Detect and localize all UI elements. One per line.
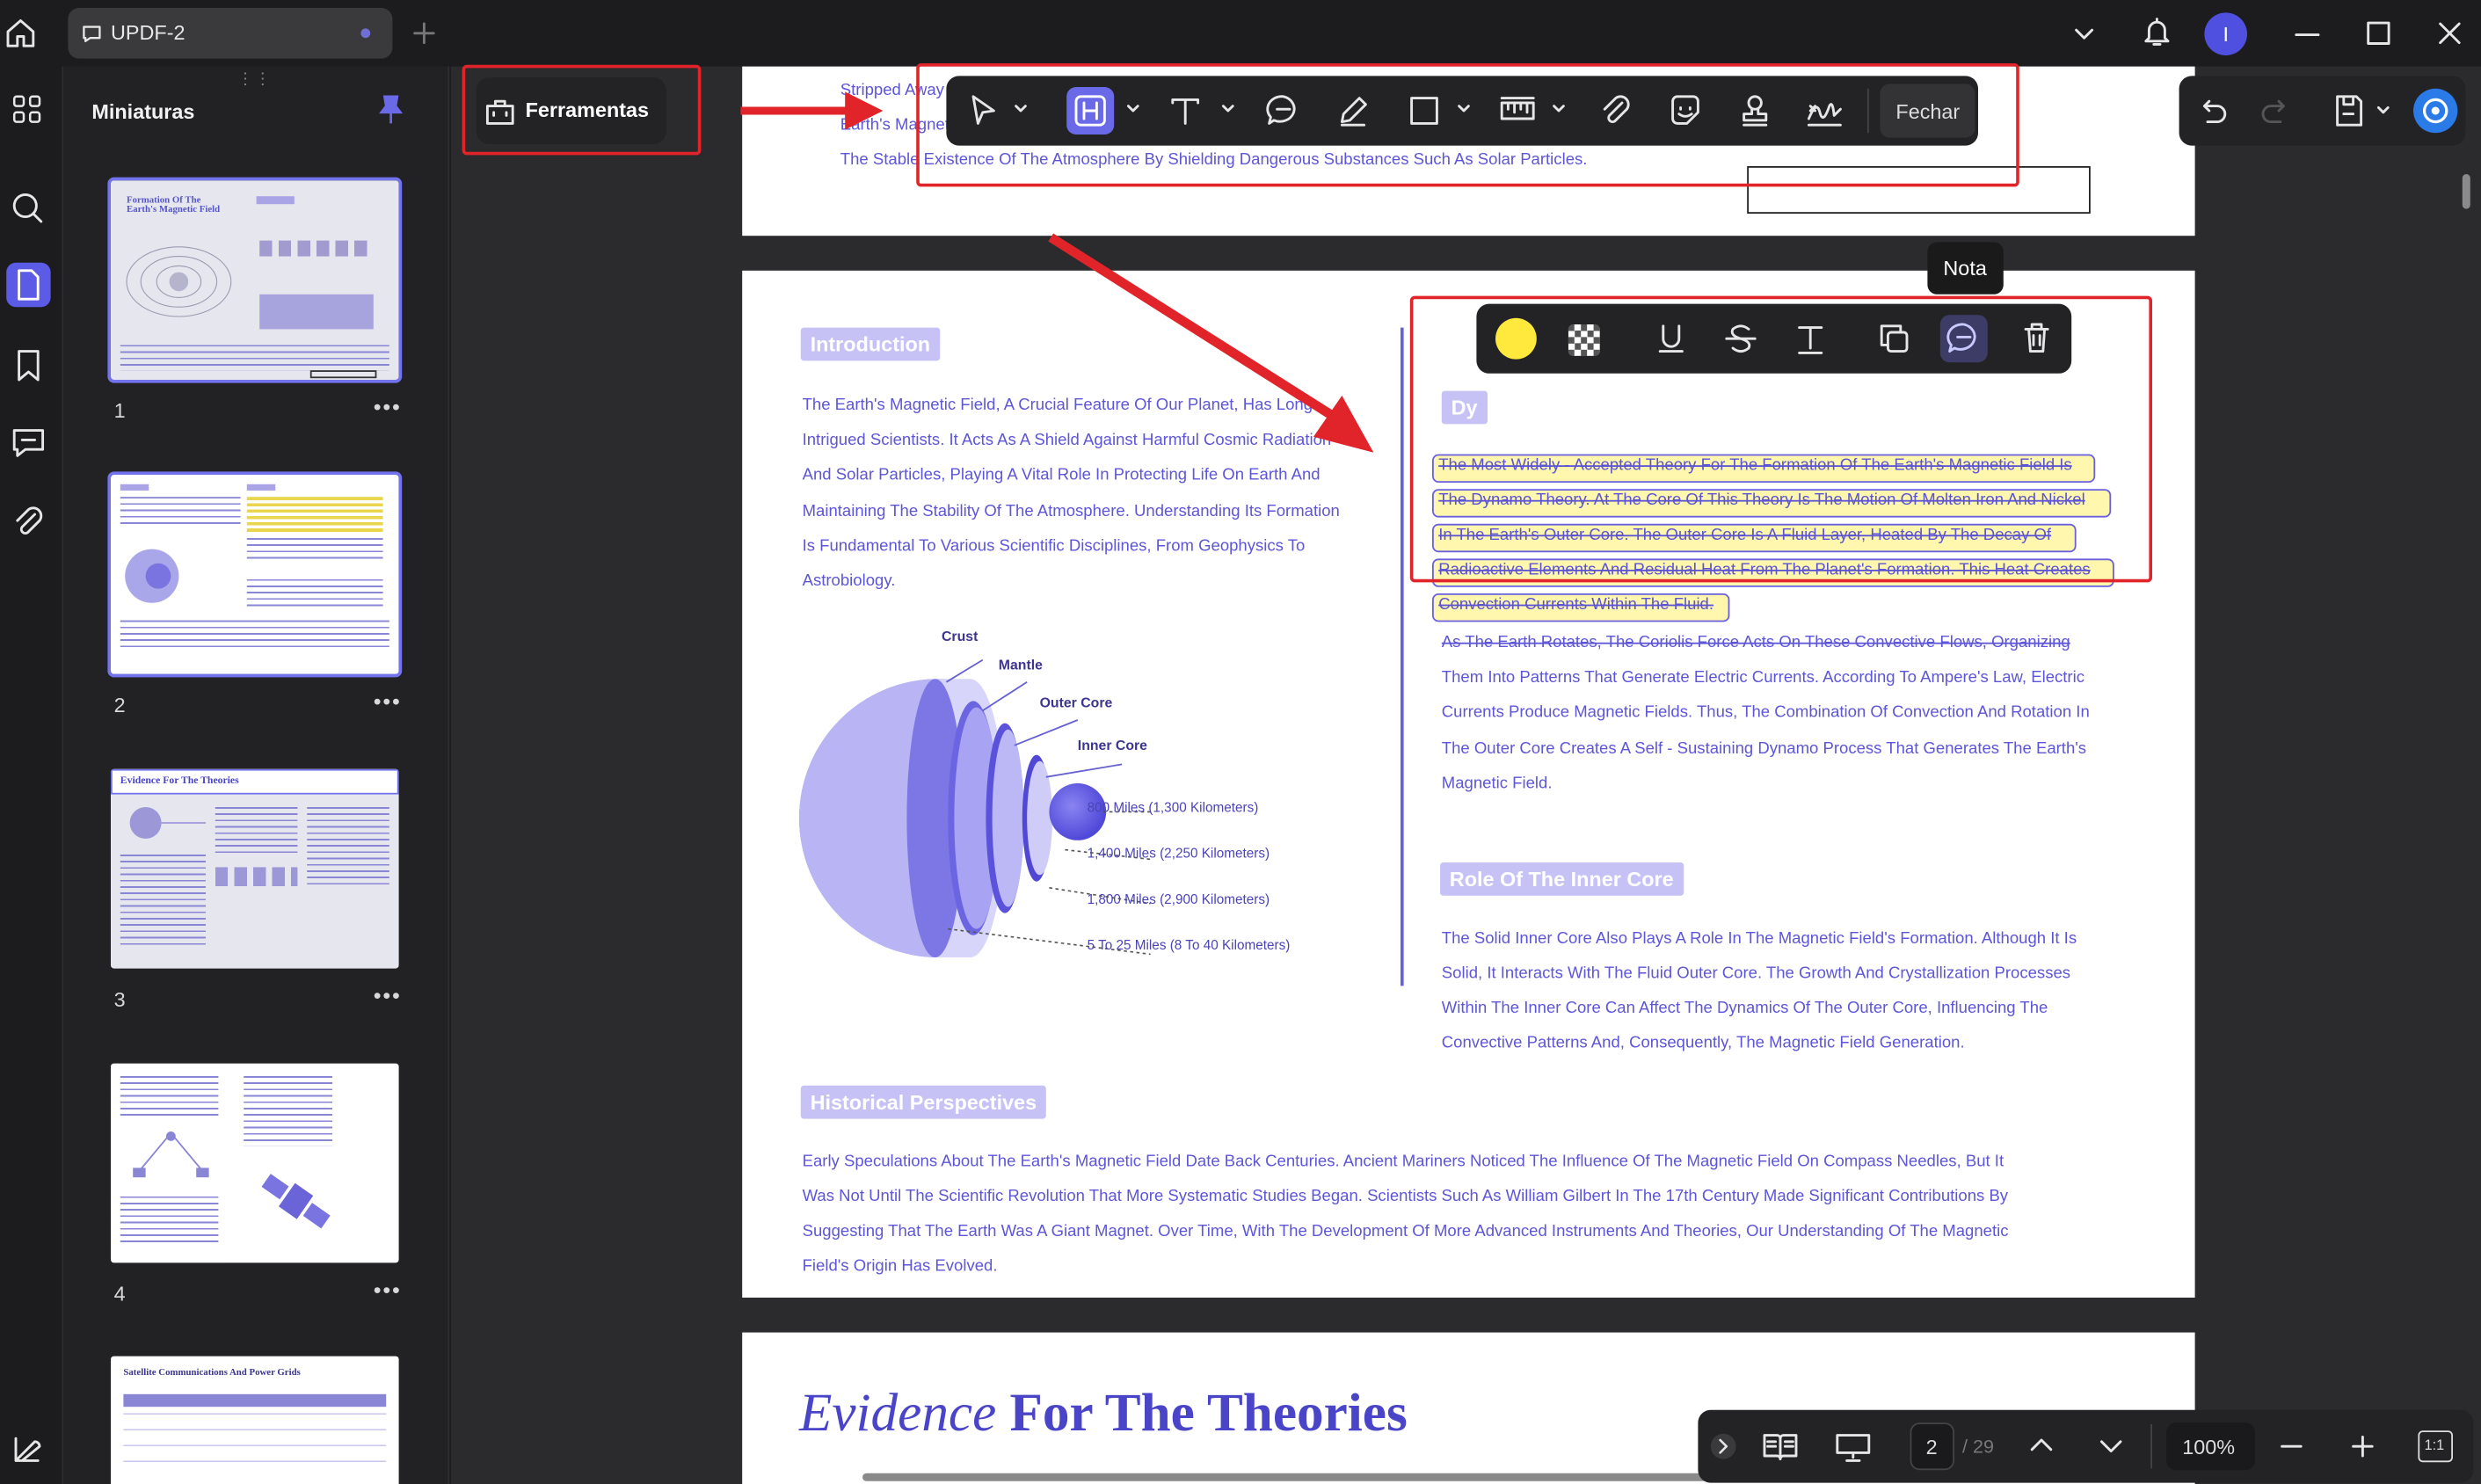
page-more-button[interactable]: ••• bbox=[374, 394, 402, 419]
actual-size-button[interactable]: 1:1 bbox=[2418, 1430, 2453, 1463]
layers-icon[interactable] bbox=[6, 1428, 50, 1472]
title-bar: UPDF-2 I bbox=[0, 0, 2481, 67]
depth-label: 1,800 Miles (2,900 Kilometers) bbox=[1087, 891, 1270, 907]
bookmark-icon[interactable] bbox=[6, 344, 50, 388]
depth-label: 1,400 Miles (2,250 Kilometers) bbox=[1087, 845, 1270, 862]
label-outer-core: Outer Core bbox=[1039, 695, 1113, 711]
inner-core-line: The Solid Inner Core Also Plays A Role I… bbox=[1441, 930, 2077, 949]
page-number: 4 bbox=[113, 1282, 126, 1306]
redo-icon[interactable] bbox=[2259, 93, 2294, 128]
highlight-annotation[interactable]: Convection Currents Within The Fluid. bbox=[1432, 593, 1730, 622]
document-tab[interactable]: UPDF-2 bbox=[68, 8, 393, 59]
page3-title: Evidence For The Theories bbox=[799, 1385, 1408, 1444]
thumb-title: Formation Of The Earth's Magnetic Field bbox=[127, 196, 221, 215]
page-thumbnail-5[interactable]: Satellite Communications And Power Grids bbox=[111, 1356, 399, 1484]
dynamo-line: Currents Produce Magnetic Fields. Thus, … bbox=[1441, 704, 2090, 722]
save-icon[interactable] bbox=[2331, 91, 2366, 129]
page-number-input[interactable]: 2 bbox=[1910, 1422, 1954, 1471]
collapse-icon[interactable] bbox=[1710, 1433, 1736, 1459]
new-tab-plus-icon[interactable] bbox=[411, 20, 437, 46]
page-number: 3 bbox=[113, 987, 126, 1012]
comments-icon[interactable] bbox=[6, 421, 50, 465]
inner-core-line: Convective Patterns And, Consequently, T… bbox=[1441, 1035, 1965, 1052]
callout-box-popup bbox=[1409, 295, 2152, 583]
search-icon[interactable] bbox=[6, 186, 50, 230]
page-more-button[interactable]: ••• bbox=[374, 983, 402, 1008]
zoom-out-icon[interactable] bbox=[2277, 1432, 2305, 1460]
avatar[interactable]: I bbox=[2204, 12, 2247, 55]
label-crust: Crust bbox=[942, 628, 979, 644]
historical-line: Suggesting That The Earth Was A Giant Ma… bbox=[802, 1223, 2009, 1241]
dynamo-line: Them Into Patterns That Generate Electri… bbox=[1441, 669, 2084, 687]
pin-icon[interactable] bbox=[376, 93, 404, 125]
callout-box-tools bbox=[462, 64, 702, 156]
thumb-title: Evidence For The Theories bbox=[120, 775, 239, 787]
section-heading-inner-core: Role Of The Inner Core bbox=[1440, 862, 1684, 896]
page-total: / 29 bbox=[1962, 1435, 1995, 1458]
undo-icon[interactable] bbox=[2195, 93, 2230, 128]
reading-mode-icon[interactable] bbox=[1761, 1429, 1799, 1464]
vertical-scrollbar[interactable] bbox=[2462, 174, 2470, 209]
sidebar-title: Miniaturas bbox=[91, 99, 195, 124]
page-thumbnail-1[interactable]: Formation Of The Earth's Magnetic Field bbox=[107, 177, 403, 383]
callout-arrows bbox=[740, 91, 1374, 453]
resize-handle[interactable]: ⋮⋮ bbox=[237, 71, 273, 89]
page-number: 2 bbox=[113, 693, 126, 717]
bell-icon[interactable] bbox=[2140, 14, 2175, 49]
zoom-in-icon[interactable] bbox=[2348, 1432, 2376, 1460]
column-divider bbox=[1401, 327, 1403, 986]
chevron-up-icon[interactable] bbox=[2027, 1432, 2055, 1458]
comment-icon bbox=[81, 22, 103, 44]
home-icon[interactable] bbox=[4, 16, 39, 51]
pages-icon[interactable] bbox=[6, 262, 51, 308]
depth-label: 800 Miles (1,300 Kilometers) bbox=[1087, 799, 1259, 815]
label-inner-core: Inner Core bbox=[1077, 737, 1147, 753]
note-tooltip: Nota bbox=[1927, 242, 2004, 295]
chevron-down-icon[interactable] bbox=[2097, 1434, 2125, 1459]
page-navigation-bar: 2 / 29 100% 1:1 bbox=[1698, 1409, 2474, 1483]
historical-line: Early Speculations About The Earth's Mag… bbox=[802, 1153, 2004, 1171]
page-thumbnail-2[interactable] bbox=[107, 471, 403, 678]
unsaved-dot bbox=[360, 28, 371, 39]
inner-core-line: Within The Inner Core Can Affect The Dyn… bbox=[1441, 1000, 2048, 1018]
page-thumbnail-3[interactable]: Evidence For The Theories bbox=[111, 768, 399, 969]
inner-core-line: Solid, It Interacts With The Fluid Outer… bbox=[1441, 965, 2071, 983]
historical-line: Field's Origin Has Evolved. bbox=[802, 1258, 998, 1276]
ai-assistant-icon[interactable] bbox=[2413, 88, 2458, 134]
zoom-level-select[interactable]: 100% bbox=[2166, 1422, 2255, 1471]
intro-line: Astrobiology. bbox=[802, 572, 896, 591]
section-heading-historical: Historical Perspectives bbox=[800, 1085, 1046, 1119]
maximize-icon[interactable] bbox=[2366, 20, 2391, 46]
chevron-down-icon[interactable] bbox=[2071, 22, 2097, 44]
page-more-button[interactable]: ••• bbox=[374, 688, 402, 714]
dynamo-line: The Outer Core Creates A Self - Sustaini… bbox=[1441, 740, 2087, 759]
thumbnail-sidebar: ⋮⋮ Miniaturas Formation Of The Earth's M… bbox=[63, 66, 450, 1484]
dynamo-line: Magnetic Field. bbox=[1441, 775, 1553, 793]
thumb-title: Satellite Communications And Power Grids bbox=[123, 1369, 301, 1379]
thumb-field-figure bbox=[126, 246, 232, 317]
historical-line: Was Not Until The Scientific Revolution … bbox=[802, 1188, 2009, 1206]
intro-line: Is Fundamental To Various Scientific Dis… bbox=[802, 538, 1306, 556]
minimize-icon[interactable] bbox=[2295, 32, 2320, 38]
page-more-button[interactable]: ••• bbox=[374, 1277, 402, 1303]
chevron-down-icon[interactable] bbox=[2376, 103, 2391, 119]
apps-grid-icon[interactable] bbox=[6, 89, 50, 133]
intro-line: Maintaining The Stability Of The Atmosph… bbox=[802, 503, 1340, 521]
attachment-icon[interactable] bbox=[6, 500, 50, 544]
close-icon[interactable] bbox=[2437, 20, 2463, 46]
label-mantle: Mantle bbox=[998, 657, 1043, 673]
page-thumbnail-4[interactable] bbox=[111, 1063, 399, 1263]
presentation-icon[interactable] bbox=[1832, 1429, 1873, 1464]
tab-title: UPDF-2 bbox=[111, 20, 186, 45]
dynamo-line: As The Earth Rotates, The Coriolis Force… bbox=[1441, 634, 2070, 652]
depth-label: 5 To 25 Miles (8 To 40 Kilometers) bbox=[1087, 936, 1291, 953]
page-number: 1 bbox=[113, 398, 126, 423]
left-rail bbox=[0, 66, 63, 1484]
history-toolbar bbox=[2179, 76, 2466, 146]
